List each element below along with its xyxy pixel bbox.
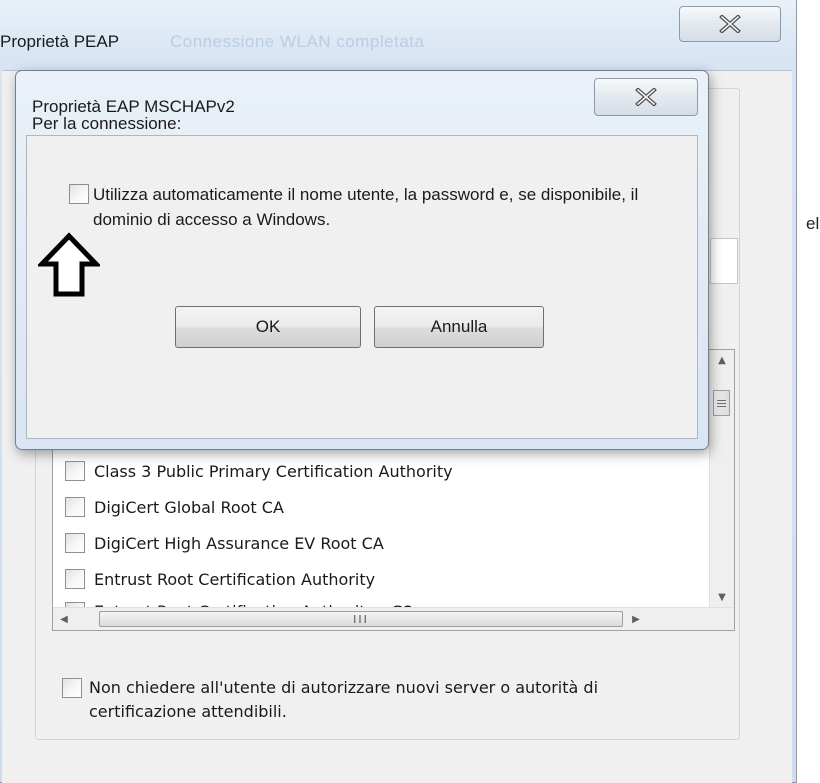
- list-item[interactable]: DigiCert Global Root CA: [65, 495, 284, 519]
- horizontal-scroll-thumb[interactable]: III: [99, 611, 623, 627]
- vertical-scrollbar[interactable]: ▲ ▼: [709, 350, 734, 607]
- ca-checkbox[interactable]: [65, 533, 85, 553]
- peap-window-title: Proprietà PEAP: [0, 32, 120, 51]
- ca-label: DigiCert High Assurance EV Root CA: [94, 533, 384, 553]
- list-item[interactable]: Class 3 Public Primary Certification Aut…: [65, 459, 453, 483]
- connection-section-label: Per la connessione:: [32, 114, 182, 133]
- auto-login-checkbox-wrap[interactable]: [69, 184, 89, 204]
- auto-login-checkbox[interactable]: [69, 184, 89, 204]
- scroll-right-arrow-icon[interactable]: ▶: [625, 608, 647, 630]
- list-item[interactable]: Entrust Root Certification Authority: [65, 567, 375, 591]
- up-arrow-outline-icon: [38, 232, 100, 297]
- no-prompt-option[interactable]: Non chiedere all'utente di autorizzare n…: [62, 676, 649, 724]
- peap-close-button[interactable]: [679, 6, 781, 42]
- horizontal-scrollbar[interactable]: ◀ III ▶: [53, 607, 734, 630]
- list-item[interactable]: DigiCert High Assurance EV Root CA: [65, 531, 384, 555]
- scroll-left-arrow-icon[interactable]: ◀: [53, 608, 75, 630]
- ca-checkbox[interactable]: [65, 569, 85, 589]
- auto-login-label: Utilizza automaticamente il nome utente,…: [93, 185, 639, 229]
- scroll-down-arrow-icon[interactable]: ▼: [710, 587, 734, 607]
- ca-checkbox[interactable]: [65, 497, 85, 517]
- no-prompt-label: Non chiedere all'utente di autorizzare n…: [89, 678, 599, 721]
- cancel-button[interactable]: Annulla: [374, 306, 544, 348]
- scroll-up-arrow-icon[interactable]: ▲: [710, 350, 734, 370]
- truncated-side-text: ell: [806, 214, 820, 233]
- vertical-scroll-thumb[interactable]: [713, 390, 730, 416]
- ca-label: DigiCert Global Root CA: [94, 497, 284, 517]
- close-icon: [635, 88, 657, 106]
- no-prompt-checkbox[interactable]: [62, 678, 82, 698]
- close-icon: [719, 15, 741, 33]
- dialog-body: [26, 135, 698, 439]
- ca-label: Class 3 Public Primary Certification Aut…: [94, 461, 453, 481]
- dialog-close-button[interactable]: [594, 78, 698, 116]
- server-name-field[interactable]: [710, 238, 738, 284]
- background-window-title: Connessione WLAN completata: [170, 32, 425, 51]
- ca-label: Entrust Root Certification Authority: [94, 569, 376, 589]
- ca-checkbox[interactable]: [65, 461, 85, 481]
- ok-button[interactable]: OK: [175, 306, 361, 348]
